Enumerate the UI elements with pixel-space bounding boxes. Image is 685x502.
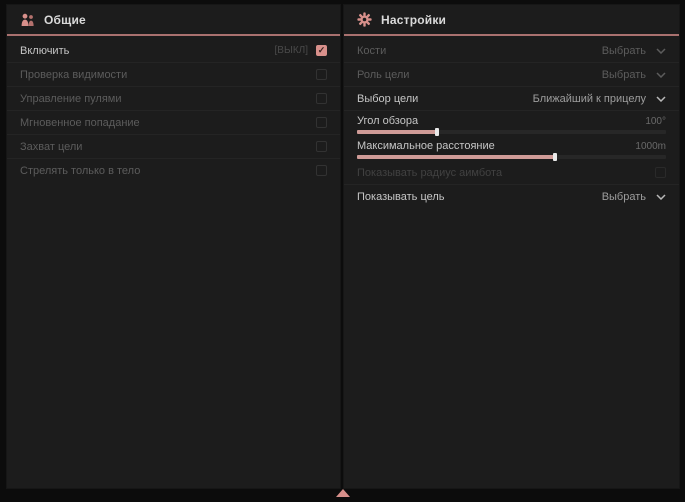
select-value: Выбрать [602,191,646,203]
slider-row-fov: Угол обзора 100° [344,111,679,136]
panel-general: Общие Включить [ВЫКЛ] Проверка видимости… [7,5,340,488]
slider-fill [357,130,437,134]
select-row-target-role[interactable]: Роль цели Выбрать [344,63,679,87]
toggle-row-enable[interactable]: Включить [ВЫКЛ] [7,39,340,63]
row-label: Кости [357,45,386,57]
select-row-show-target[interactable]: Показывать цель Выбрать [344,185,679,209]
row-controls: [ВЫКЛ] [275,45,327,56]
toggle-row-visibility-check[interactable]: Проверка видимости [7,63,340,87]
panel-settings-title: Настройки [381,13,446,27]
toggle-row-target-lock[interactable]: Захват цели [7,135,340,159]
chevron-down-icon [656,72,666,78]
toggle-row-show-aimbot-radius[interactable]: Показывать радиус аимбота [344,161,679,185]
gear-icon [357,12,372,27]
slider-value: 100° [645,116,666,127]
select-row-bones[interactable]: Кости Выбрать [344,39,679,63]
select-value: Выбрать [602,45,646,57]
chevron-down-icon [656,194,666,200]
bullet-control-checkbox[interactable] [316,93,327,104]
slider-value: 1000m [635,141,666,152]
row-label: Показывать цель [357,191,445,203]
bones-select[interactable]: Выбрать [602,45,666,57]
panel-general-header: Общие [7,5,340,36]
chevron-down-icon [656,96,666,102]
row-label: Максимальное расстояние [357,140,495,152]
slider-header: Максимальное расстояние 1000m [357,140,666,152]
select-row-target-selection[interactable]: Выбор цели Ближайший к прицелу [344,87,679,111]
target-selection-select[interactable]: Ближайший к прицелу [533,93,666,105]
settings-rows: Кости Выбрать Роль цели Выбрать Выбор це… [344,36,679,209]
slider-handle[interactable] [435,128,439,136]
panel-settings-header: Настройки [344,5,679,36]
row-label: Управление пулями [20,93,122,105]
cheat-menu-window: Общие Включить [ВЫКЛ] Проверка видимости… [0,0,685,502]
enable-checkbox[interactable] [316,45,327,56]
body-only-checkbox[interactable] [316,165,327,176]
row-label: Роль цели [357,69,409,81]
panel-settings: Настройки Кости Выбрать Роль цели Выбрат… [344,5,679,488]
select-value: Ближайший к прицелу [533,93,646,105]
slider-fill [357,155,555,159]
target-lock-checkbox[interactable] [316,141,327,152]
max-distance-slider[interactable] [357,155,666,159]
instant-hit-checkbox[interactable] [316,117,327,128]
toggle-row-body-only[interactable]: Стрелять только в тело [7,159,340,183]
toggle-row-instant-hit[interactable]: Мгновенное попадание [7,111,340,135]
toggle-row-bullet-control[interactable]: Управление пулями [7,87,340,111]
show-target-select[interactable]: Выбрать [602,191,666,203]
fov-slider[interactable] [357,130,666,134]
row-label: Захват цели [20,141,82,153]
row-label: Мгновенное попадание [20,117,140,129]
visibility-check-checkbox[interactable] [316,69,327,80]
row-label: Стрелять только в тело [20,165,140,177]
show-aimbot-radius-checkbox[interactable] [655,167,666,178]
chevron-down-icon [656,48,666,54]
row-label: Угол обзора [357,115,418,127]
row-label: Выбор цели [357,93,418,105]
hotkey-badge: [ВЫКЛ] [275,45,308,56]
target-role-select[interactable]: Выбрать [602,69,666,81]
row-label: Показывать радиус аимбота [357,167,502,179]
general-rows: Включить [ВЫКЛ] Проверка видимости Управ… [7,36,340,183]
slider-row-max-distance: Максимальное расстояние 1000m [344,136,679,161]
select-value: Выбрать [602,69,646,81]
slider-header: Угол обзора 100° [357,115,666,127]
expand-up-arrow-icon[interactable] [336,489,350,497]
row-label: Включить [20,45,69,57]
row-label: Проверка видимости [20,69,127,81]
panel-general-title: Общие [44,13,86,27]
players-icon [20,13,35,27]
slider-handle[interactable] [553,153,557,161]
